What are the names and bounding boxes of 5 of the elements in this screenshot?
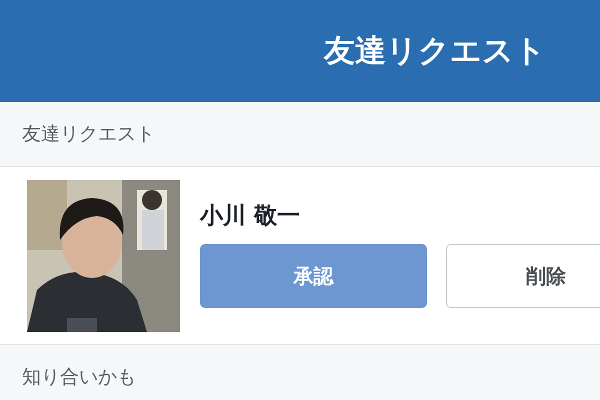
friend-name: 小川 敬一 xyxy=(200,202,302,232)
section-title: 友達リクエスト xyxy=(22,122,155,147)
section-title: 知り合いかも xyxy=(22,364,136,390)
delete-button[interactable]: 削除 xyxy=(446,244,600,308)
header-title: 友達リクエスト xyxy=(324,32,546,71)
